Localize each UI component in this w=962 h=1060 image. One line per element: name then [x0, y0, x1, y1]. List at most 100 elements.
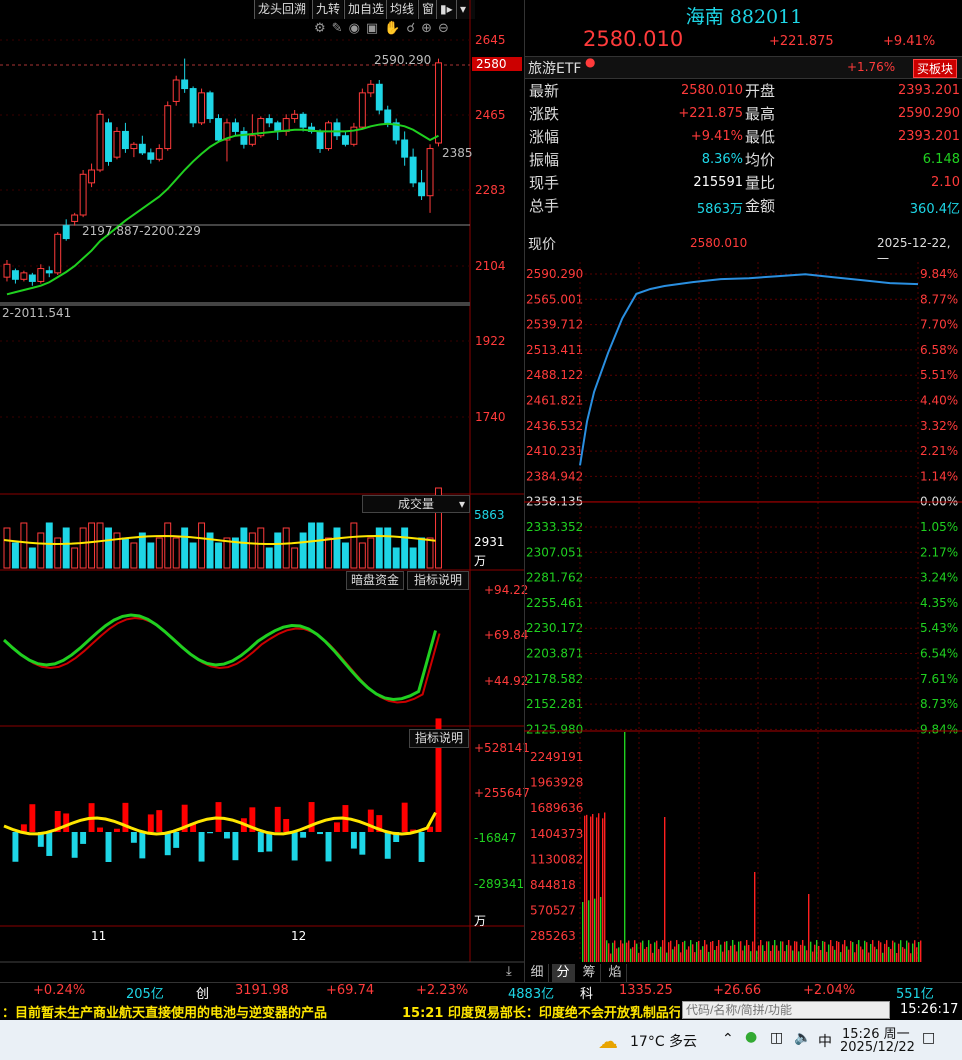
intraday-vol-bar — [896, 952, 898, 962]
tab-detail[interactable]: 细 — [526, 964, 549, 982]
notification-icon[interactable]: □ — [922, 1030, 935, 1046]
quote-row-value: 2393.201 — [897, 129, 960, 144]
intraday-vol-bar — [864, 940, 866, 962]
buy-sector-button[interactable]: 买板块 — [913, 59, 958, 78]
volume-bar — [181, 527, 189, 569]
app-tray-icon[interactable]: ● — [745, 1029, 757, 1045]
flow-bar — [63, 813, 70, 832]
intraday-price-tick: 2152.281 — [526, 697, 583, 711]
volume-label-0: 5863 — [474, 508, 505, 522]
flow-bar — [334, 822, 340, 832]
intraday-vol-bar — [634, 940, 636, 962]
candle — [113, 130, 121, 158]
chevron-up-icon[interactable]: ⌃ — [722, 1031, 734, 1047]
intraday-vol-bar — [638, 953, 640, 962]
news-right[interactable]: 15:21 印度贸易部长：印度绝不会开放乳制品行 — [402, 1002, 680, 1021]
intraday-vol-bar — [800, 944, 802, 962]
quote-row: 振幅 8.36% 均价 6.148 — [527, 149, 962, 172]
volume-bar — [45, 522, 53, 569]
volume-title[interactable]: 成交量 ▾ — [362, 495, 470, 513]
quote-row: 现手 215591 量比 2.10 — [527, 172, 962, 195]
etf-dot-icon: ● — [585, 55, 596, 69]
index-item-8: 1335.25 — [619, 983, 673, 998]
volume-bar — [265, 547, 273, 569]
flow-bar — [325, 832, 332, 862]
dark-money-button[interactable]: 暗盘资金 — [346, 571, 404, 590]
indicator-help-button[interactable]: 指标说明 — [407, 571, 469, 590]
ime-indicator[interactable]: 中 — [818, 1031, 832, 1051]
volume-bar — [215, 542, 222, 569]
flow-help-button[interactable]: 指标说明 — [409, 729, 469, 748]
intraday-vol-bar — [874, 946, 876, 962]
volume-bar — [240, 527, 248, 569]
intraday-vol-bar — [640, 942, 642, 962]
weather-icon[interactable]: ☁ — [598, 1029, 618, 1053]
intraday-vol-bar — [810, 941, 812, 962]
tab-chips[interactable]: 筹 — [578, 964, 601, 982]
intraday-vol-bar — [814, 944, 816, 962]
intraday-vol-tick: 1404373 — [530, 827, 583, 841]
download-icon[interactable]: ⤓ — [506, 964, 512, 979]
intraday-vol-bar — [756, 950, 758, 962]
intraday-vol-bar — [736, 951, 738, 962]
weather-text[interactable]: 17°C 多云 — [630, 1031, 697, 1051]
intraday-vol-bar — [688, 946, 690, 962]
flow-bar — [266, 832, 273, 852]
intraday-vol-bar — [828, 944, 830, 962]
flow-bar — [257, 832, 264, 853]
intraday-chart[interactable]: 2590.290 9.84% 2565.001 8.77% 2539.712 7.70% 2… — [524, 262, 962, 964]
intraday-price-tick: 2281.762 — [526, 571, 583, 585]
search-input[interactable] — [682, 1001, 890, 1019]
intraday-vol-bar — [692, 944, 694, 962]
news-ticker[interactable]: ：目前暂未生产商业航天直接使用的电池与逆变器的产品 15:21 印度贸易部长：印… — [0, 1000, 962, 1021]
intraday-vol-bar — [646, 946, 648, 962]
intraday-vol-bar — [696, 941, 698, 962]
quote-row-value: 2393.201 — [897, 83, 960, 98]
intraday-vol-bar — [830, 940, 832, 962]
intraday-vol-bar — [686, 949, 688, 962]
news-left[interactable]: ：目前暂未生产商业航天直接使用的电池与逆变器的产品 — [2, 1002, 327, 1021]
intraday-price-tick: 2178.582 — [526, 672, 583, 686]
flow-label-0: +528141 — [474, 741, 530, 755]
intraday-vol-bar — [626, 942, 628, 962]
intraday-vol-bar — [720, 944, 722, 962]
volume-bar — [3, 527, 11, 569]
volume-icon[interactable]: 🔈 — [794, 1030, 811, 1046]
candle — [274, 122, 282, 132]
intraday-vol-bar — [732, 940, 734, 962]
volume-bar — [248, 532, 256, 569]
intraday-vol-bar — [904, 948, 906, 962]
flow-bar — [198, 832, 205, 862]
etf-row[interactable]: 旅游ETF ● +1.76% 买板块 — [525, 55, 962, 79]
tab-flame[interactable]: 焰 — [604, 964, 627, 982]
quote-row-label: 最新 — [529, 82, 560, 100]
intraday-price-tick: 2436.532 — [526, 419, 583, 433]
etf-name[interactable]: 旅游ETF — [528, 58, 581, 78]
intraday-vol-bar — [596, 817, 598, 962]
intraday-vol-bar — [608, 943, 610, 962]
candle — [375, 83, 383, 111]
tab-minute[interactable]: 分 — [552, 964, 575, 982]
kline-panel[interactable]: 龙头回溯 九转 加自选 均线 窗 ▮▸ ▾ ⚙✎◉▣✋☌⊕⊖ 2645 2465… — [0, 0, 530, 982]
intraday-vol-bar — [898, 943, 900, 962]
taskbar: ☁ 17°C 多云 ⌃ ● ◫ 🔈 中 15:26 周一 2025/12/22 … — [0, 1020, 962, 1060]
network-icon[interactable]: ◫ — [770, 1030, 783, 1046]
volume-bar — [130, 542, 138, 569]
volume-bar — [37, 532, 45, 569]
candle — [206, 92, 214, 120]
volume-bar — [274, 532, 282, 569]
index-bar[interactable]: +0.24% 205亿 创 3191.98 +69.74 +2.23% 4883… — [0, 982, 962, 1002]
intraday-vol-bar — [854, 952, 856, 962]
news-clock: 15:26:17 — [900, 1002, 959, 1017]
quote-row-label: 涨跌 — [529, 105, 560, 123]
candle — [105, 122, 112, 162]
intraday-vol-bar — [648, 940, 650, 962]
intraday-vol-bar — [740, 941, 742, 962]
volume-bar — [11, 542, 19, 569]
index-item-10: +2.04% — [803, 983, 856, 998]
flow-bar — [156, 810, 163, 832]
clock-date[interactable]: 2025/12/22 — [840, 1040, 915, 1055]
intraday-vol-bar — [808, 894, 810, 962]
candle — [333, 122, 341, 137]
intraday-vol-bar — [754, 872, 756, 962]
